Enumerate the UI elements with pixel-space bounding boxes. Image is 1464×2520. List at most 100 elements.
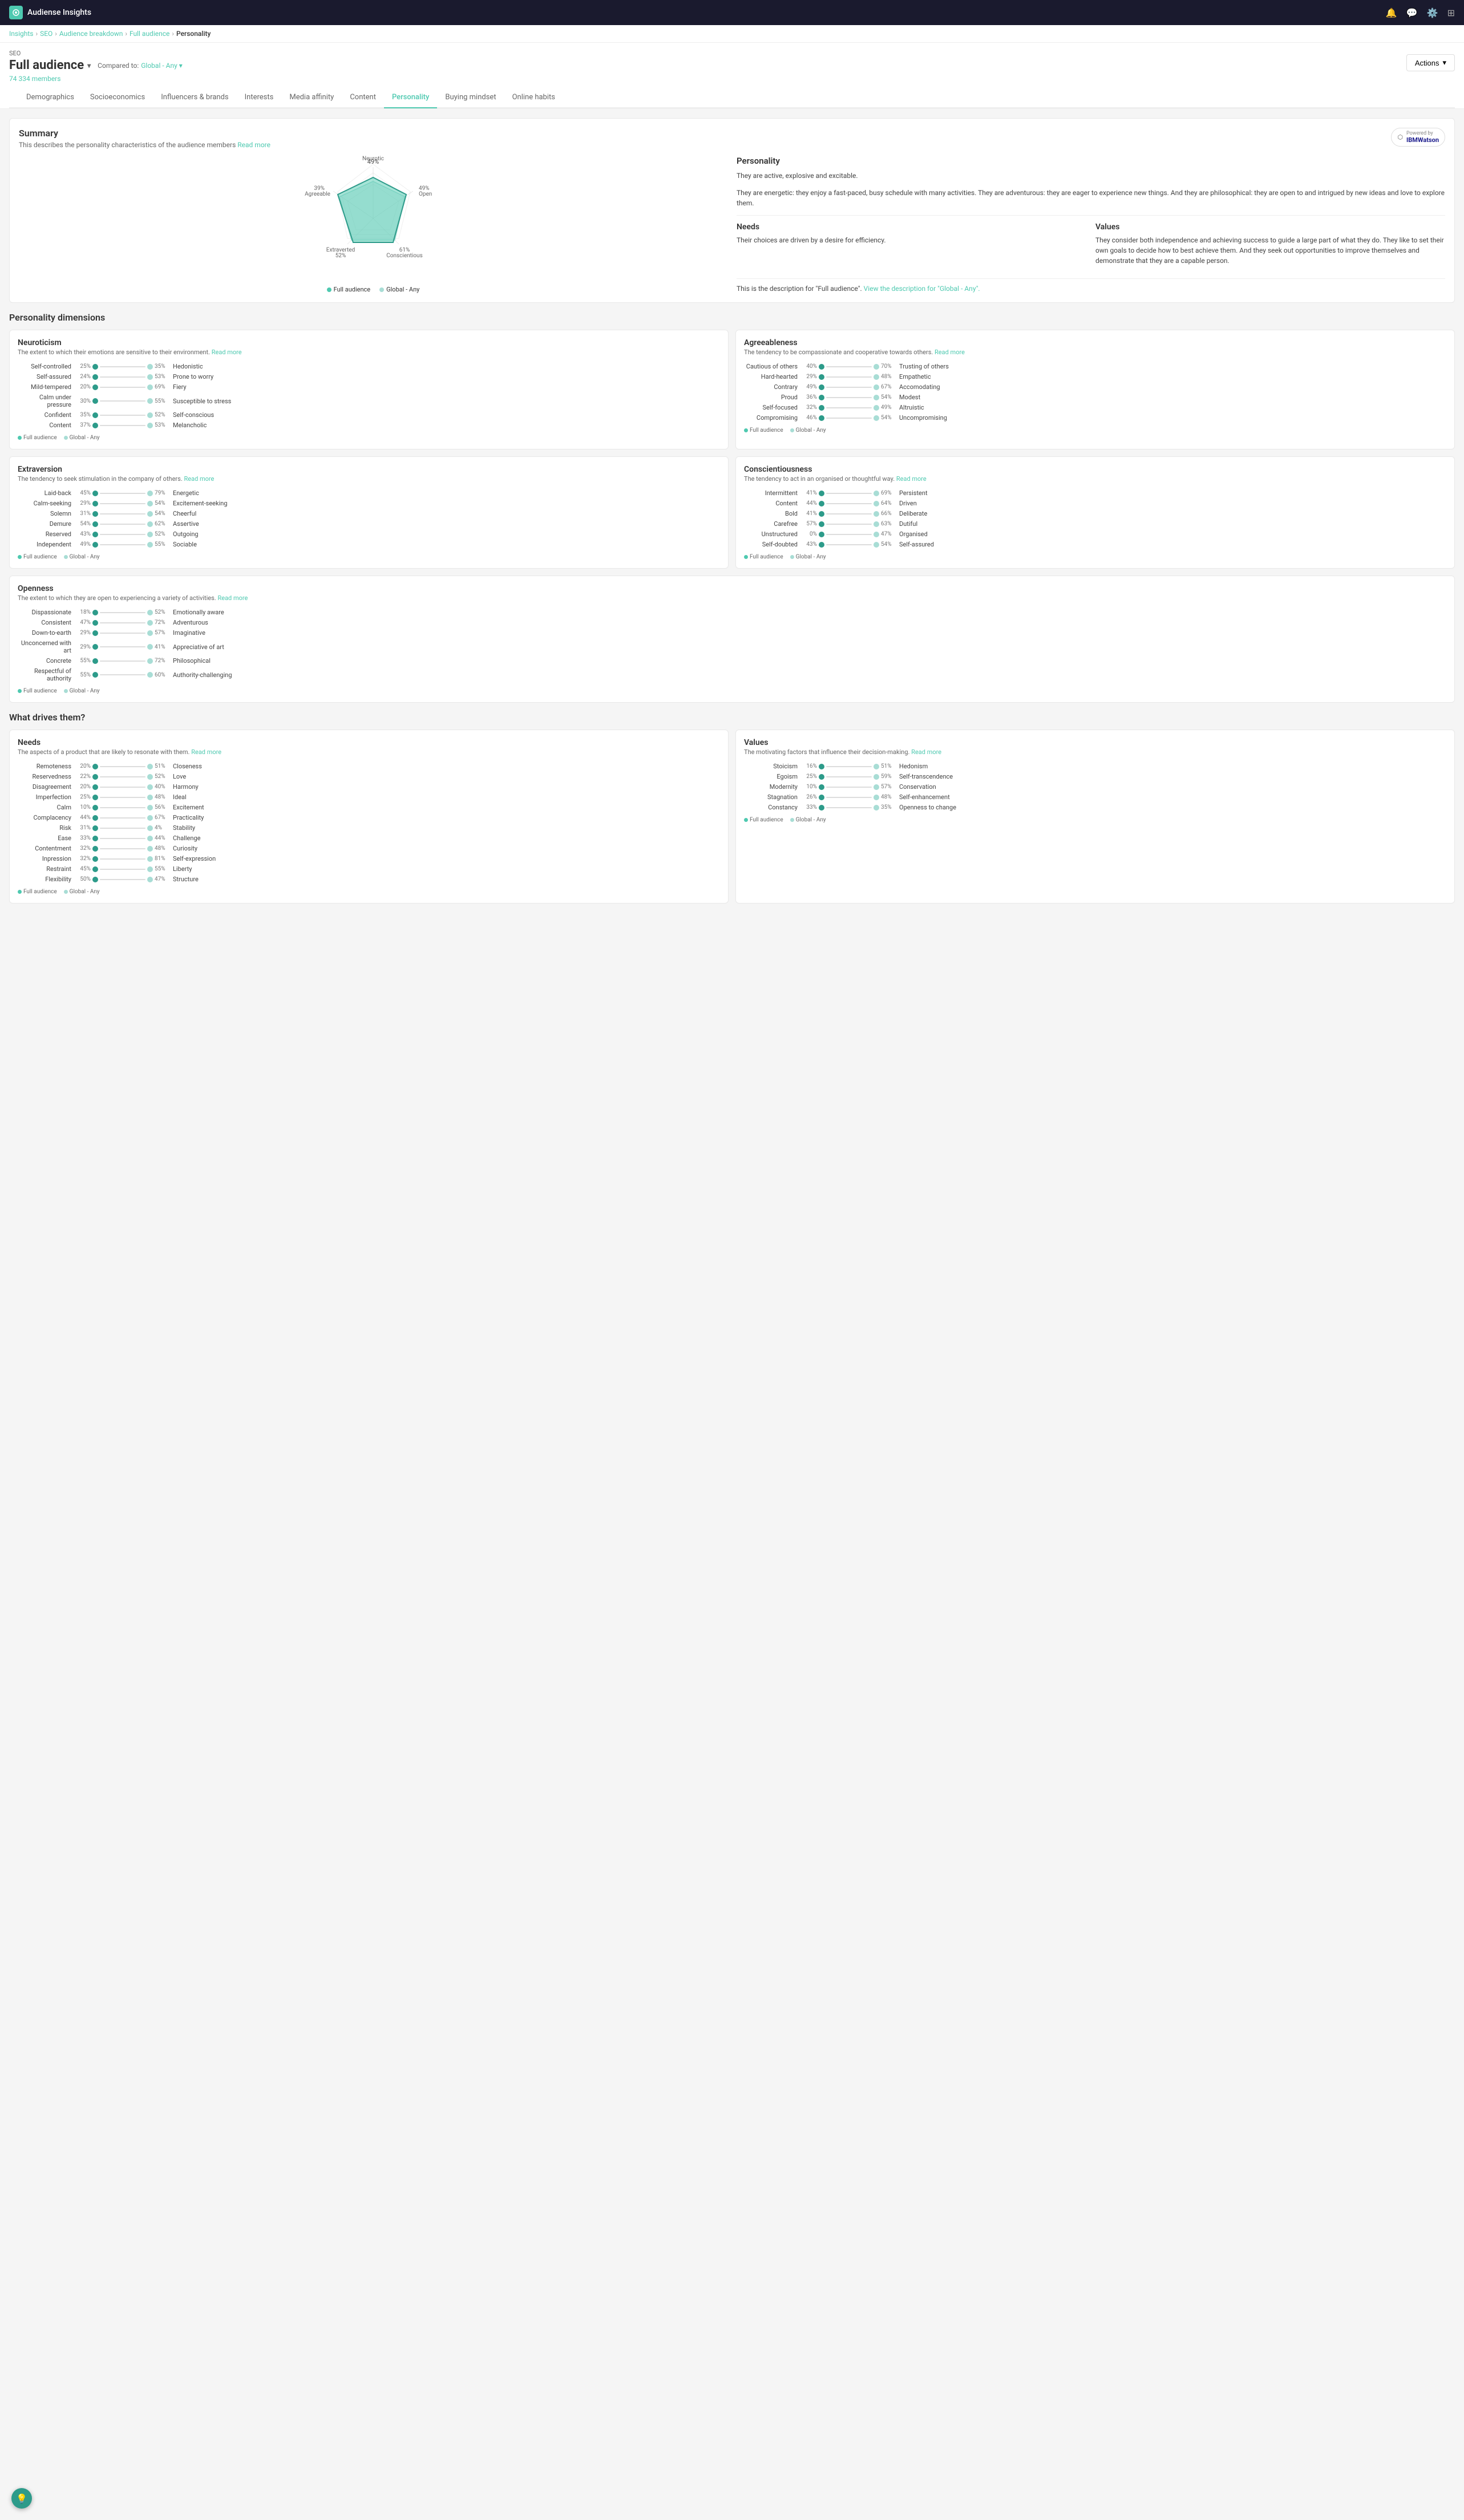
trait-bar-area: 20% 69% [77, 384, 168, 390]
tab-socioeconomics[interactable]: Socioeconomics [82, 87, 153, 108]
bell-icon[interactable]: 🔔 [1386, 7, 1397, 18]
global-any-link[interactable]: Global - Any ▾ [141, 62, 183, 70]
header-left: SEO Full audience ▾ Compared to: Global … [9, 50, 183, 87]
gear-icon[interactable]: ⚙️ [1427, 7, 1438, 18]
values-read-more[interactable]: Read more [911, 748, 941, 756]
trait-line [100, 425, 145, 426]
trait-right-label: Challenge [171, 834, 720, 842]
grid-icon[interactable]: ⊞ [1447, 7, 1455, 18]
trait-row: Bold 41% 66% Deliberate [744, 510, 1446, 517]
trait-left-label: Hard-hearted [744, 373, 801, 380]
trait-bar-area: 25% 59% [803, 773, 895, 780]
summary-title: Summary [19, 128, 270, 139]
trait-line [826, 524, 872, 525]
needs-read-more[interactable]: Read more [191, 748, 221, 756]
view-global-link[interactable]: View the description for "Global - Any". [864, 285, 980, 293]
trait-left-label: Egoism [744, 773, 801, 780]
trait-left-label: Constancy [744, 804, 801, 811]
trait-line [100, 633, 145, 634]
tab-demographics[interactable]: Demographics [18, 87, 82, 108]
trait-right-label: Conservation [897, 783, 1446, 791]
trait-right-label: Self-transcendence [897, 773, 1446, 780]
trait-row: Reserved 43% 52% Outgoing [18, 530, 720, 538]
dot-full-audience [92, 620, 98, 626]
tab-influencers[interactable]: Influencers & brands [153, 87, 236, 108]
actions-button[interactable]: Actions ▾ [1406, 54, 1455, 71]
trait-line [100, 869, 145, 870]
tab-buying-mindset[interactable]: Buying mindset [437, 87, 504, 108]
trait-right-label: Imaginative [171, 629, 1446, 637]
trait-row: Proud 36% 54% Modest [744, 394, 1446, 401]
extraversion-read-more[interactable]: Read more [184, 475, 214, 483]
chat-icon[interactable]: 💬 [1406, 7, 1418, 18]
trait-row: Demure 54% 62% Assertive [18, 520, 720, 528]
trait-bar-area: 0% 47% [803, 531, 895, 537]
trait-right-label: Energetic [171, 489, 720, 497]
tab-online-habits[interactable]: Online habits [504, 87, 563, 108]
nav-icons: 🔔 💬 ⚙️ ⊞ [1386, 7, 1455, 18]
dot-full-audience [819, 764, 824, 769]
trait-left-label: Flexibility [18, 876, 75, 883]
dimensions-title: Personality dimensions [9, 312, 1455, 323]
dot-full-audience [92, 877, 98, 882]
summary-title-area: Summary This describes the personality c… [19, 128, 270, 149]
trait-row: Self-assured 24% 53% Prone to worry [18, 373, 720, 380]
trait-row: Intermittent 41% 69% Persistent [744, 489, 1446, 497]
agreeableness-desc: The tendency to be compassionate and coo… [744, 349, 1446, 356]
trait-bar-area: 29% 41% [77, 644, 168, 650]
breadcrumb-full-audience[interactable]: Full audience [130, 30, 169, 38]
dot-full-audience [92, 423, 98, 428]
dot-global [147, 630, 153, 636]
trait-row: Calm 10% 56% Excitement [18, 804, 720, 811]
trait-row: Laid-back 45% 79% Energetic [18, 489, 720, 497]
trait-left-label: Reservedness [18, 773, 75, 780]
dot-global [873, 795, 879, 800]
trait-bar-area: 54% 62% [77, 521, 168, 527]
dot-full-audience [819, 501, 824, 507]
dot-global [873, 374, 879, 380]
openness-read-more[interactable]: Read more [217, 594, 248, 602]
nav-left: Audiense Insights [9, 6, 91, 19]
breadcrumb-seo[interactable]: SEO [40, 30, 52, 38]
svg-text:Open: Open [419, 191, 432, 197]
dot-full-audience [92, 374, 98, 380]
trait-right-label: Practicality [171, 814, 720, 821]
dot-global [147, 866, 153, 872]
drives-grid: Needs The aspects of a product that are … [9, 730, 1455, 904]
tab-media-affinity[interactable]: Media affinity [281, 87, 342, 108]
trait-row: Stoicism 16% 51% Hedonism [744, 763, 1446, 770]
personality-text2: They are energetic: they enjoy a fast-pa… [737, 188, 1445, 208]
dot-full-audience [92, 866, 98, 872]
trait-left-label: Stagnation [744, 793, 801, 801]
trait-bar-area: 49% 55% [77, 541, 168, 548]
trait-bar-area: 45% 79% [77, 490, 168, 496]
conscientiousness-read-more[interactable]: Read more [896, 475, 927, 483]
floating-action-button[interactable]: 💡 [11, 2488, 32, 2509]
breadcrumb-audience-breakdown[interactable]: Audience breakdown [59, 30, 123, 38]
trait-bar-area: 10% 56% [77, 804, 168, 811]
dot-full-audience [92, 825, 98, 831]
needs-values: Needs Their choices are driven by a desi… [737, 215, 1445, 273]
trait-right-label: Structure [171, 876, 720, 883]
audience-dropdown[interactable]: ▾ [87, 62, 91, 70]
summary-card: Summary This describes the personality c… [9, 118, 1455, 303]
summary-read-more[interactable]: Read more [237, 141, 270, 149]
dot-global [873, 491, 879, 496]
tab-personality[interactable]: Personality [384, 87, 437, 108]
breadcrumb-insights[interactable]: Insights [9, 30, 33, 38]
values-card-desc: The motivating factors that influence th… [744, 748, 1446, 756]
dot-full-audience [92, 658, 98, 664]
agreeableness-read-more[interactable]: Read more [935, 349, 965, 356]
trait-right-label: Excitement-seeking [171, 500, 720, 507]
openness-desc: The extent to which they are open to exp… [18, 594, 1446, 602]
trait-right-label: Fiery [171, 383, 720, 391]
values-traits: Stoicism 16% 51% Hedonism Egoism 25% 59%… [744, 763, 1446, 811]
dot-full-audience [92, 672, 98, 678]
tab-content[interactable]: Content [342, 87, 384, 108]
trait-left-label: Carefree [744, 520, 801, 528]
trait-right-label: Self-assured [897, 541, 1446, 548]
trait-left-label: Self-controlled [18, 363, 75, 370]
neuroticism-read-more[interactable]: Read more [212, 349, 242, 356]
tab-interests[interactable]: Interests [237, 87, 282, 108]
global-dropdown[interactable]: ▾ [179, 62, 183, 70]
